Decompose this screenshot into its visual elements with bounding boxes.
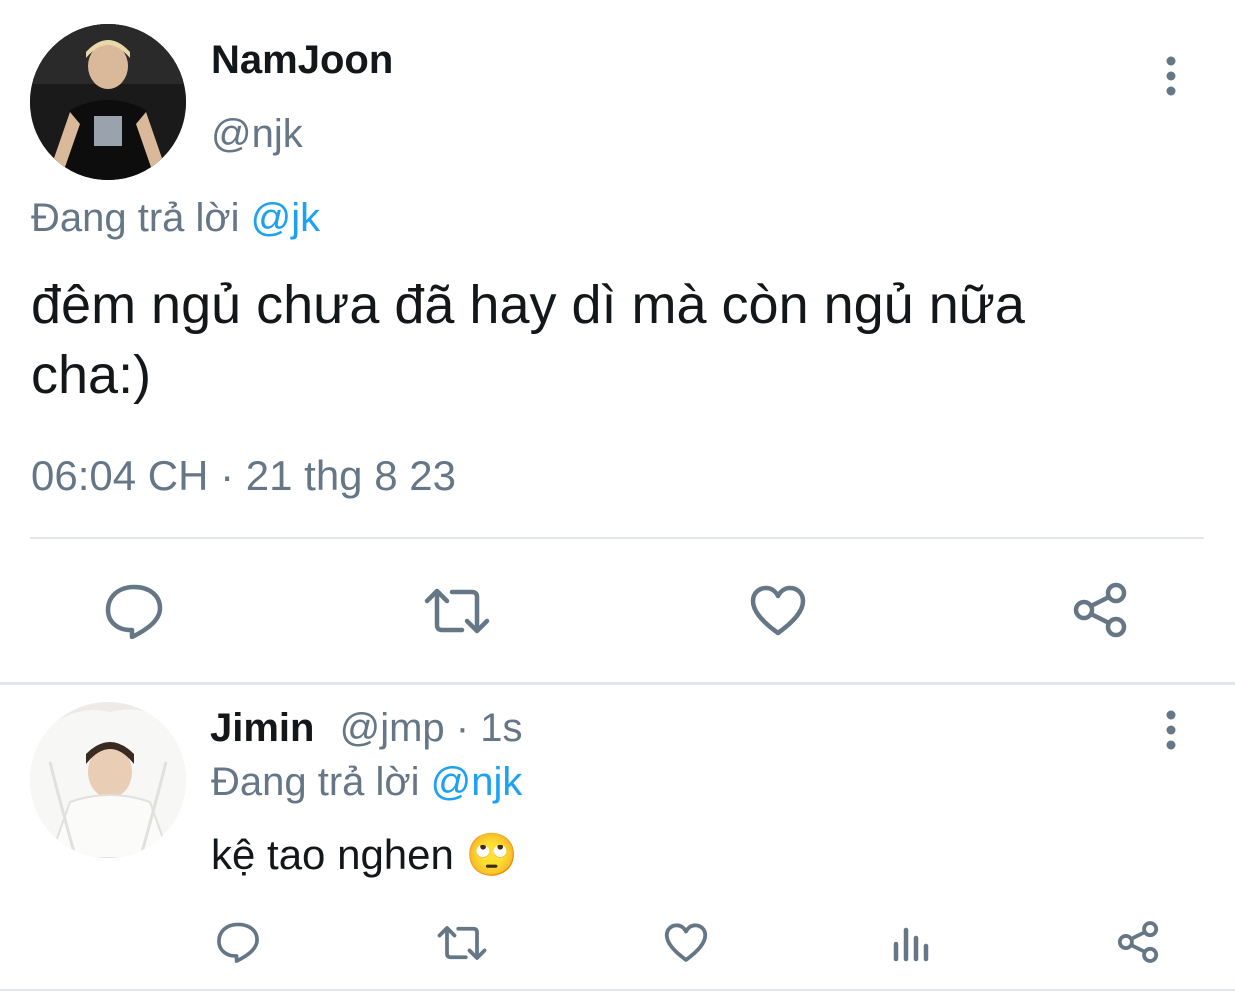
reply-text: kệ tao nghen 🙄 bbox=[211, 830, 518, 880]
tweet-separator bbox=[0, 682, 1235, 685]
more-vert-icon[interactable] bbox=[1160, 710, 1182, 750]
replying-prefix: Đang trả lời bbox=[31, 196, 240, 240]
reply-time-ago[interactable]: · 1s bbox=[456, 706, 523, 750]
reply-icon[interactable] bbox=[104, 583, 164, 639]
tweet-text-line-2: cha:) bbox=[31, 345, 152, 405]
share-icon[interactable] bbox=[1071, 581, 1129, 639]
reply-replying-to: Đang trả lời @njk bbox=[211, 760, 522, 805]
face-rolling-eyes-emoji: 🙄 bbox=[465, 830, 518, 879]
reply-replying-handle-link[interactable]: @njk bbox=[431, 760, 523, 804]
replying-to: Đang trả lời @jk bbox=[31, 196, 320, 241]
reply-author-name[interactable]: Jimin bbox=[210, 706, 314, 750]
divider bbox=[30, 537, 1204, 539]
more-vert-icon[interactable] bbox=[1160, 56, 1182, 96]
share-icon[interactable] bbox=[1116, 920, 1160, 964]
like-icon[interactable] bbox=[750, 585, 806, 637]
tweet-timestamp[interactable]: 06:04 CH · 21 thg 8 23 bbox=[31, 452, 456, 500]
reply-author-handle[interactable]: @jmp bbox=[340, 706, 445, 750]
replying-handle-link[interactable]: @jk bbox=[251, 196, 321, 240]
retweet-icon[interactable] bbox=[437, 925, 487, 961]
reply-header: Jimin @jmp · 1s bbox=[210, 706, 522, 751]
reply-replying-prefix: Đang trả lời bbox=[211, 760, 420, 804]
reply-text-content: kệ tao nghen bbox=[211, 831, 454, 878]
analytics-icon[interactable] bbox=[892, 924, 930, 962]
tweet-text-line-1: đêm ngủ chưa đã hay dì mà còn ngủ nữa bbox=[31, 275, 1025, 335]
tweet-text: đêm ngủ chưa đã hay dì mà còn ngủ nữa ch… bbox=[31, 270, 1211, 410]
like-icon[interactable] bbox=[664, 923, 708, 963]
avatar-jimin[interactable] bbox=[30, 702, 186, 858]
author-handle[interactable]: @njk bbox=[211, 112, 303, 157]
author-name[interactable]: NamJoon bbox=[211, 38, 393, 83]
reply-icon[interactable] bbox=[216, 921, 260, 963]
avatar-namjoon[interactable] bbox=[30, 24, 186, 180]
bottom-divider bbox=[0, 989, 1235, 991]
retweet-icon[interactable] bbox=[424, 587, 490, 635]
